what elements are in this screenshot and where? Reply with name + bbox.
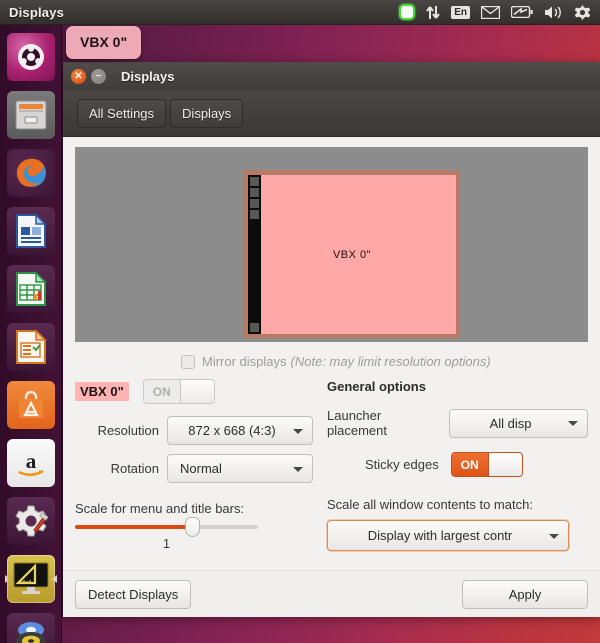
preview-launcher-icon: [250, 188, 259, 197]
monitor-arrangement-preview[interactable]: VBX 0": [75, 147, 588, 342]
sticky-edges-row: Sticky edges ON: [327, 452, 588, 477]
monitor-label: VBX 0": [332, 248, 372, 261]
all-settings-button[interactable]: All Settings: [77, 98, 167, 128]
display-power-toggle-label: ON: [143, 380, 180, 403]
slider-handle[interactable]: [185, 517, 200, 537]
vbox-guest-icon[interactable]: [399, 0, 416, 25]
rotation-label: Rotation: [110, 461, 159, 476]
scale-contents-value: Display with largest contr: [367, 528, 513, 543]
unity-launcher: a: [0, 25, 62, 643]
chevron-down-icon: [293, 428, 303, 434]
display-power-row: VBX 0" ON: [75, 379, 313, 404]
window-button-bar: Detect Displays Apply: [63, 570, 600, 617]
close-icon[interactable]: ✕: [71, 68, 86, 84]
volume-icon[interactable]: [544, 0, 563, 25]
rotation-row: Rotation Normal: [75, 454, 313, 483]
display-power-toggle[interactable]: ON: [142, 379, 215, 404]
monitor-preview-launcher: [248, 175, 261, 334]
display-settings-column: VBX 0" ON Resolution 872 x 668 (4:3) Rot…: [75, 379, 313, 570]
monitor-screen: VBX 0": [248, 175, 456, 334]
launcher-item-libreoffice-impress[interactable]: [5, 321, 57, 373]
resolution-select[interactable]: 872 x 668 (4:3): [167, 416, 313, 445]
battery-icon[interactable]: [511, 0, 533, 25]
keyboard-layout-label: En: [451, 5, 470, 19]
sticky-edges-toggle-label: ON: [451, 453, 488, 476]
launcher-placement-label: Launcher placement: [327, 408, 387, 438]
launcher-focused-pip: [51, 575, 57, 583]
launcher-item-dash[interactable]: [5, 31, 57, 83]
apply-button[interactable]: Apply: [462, 579, 588, 609]
launcher-item-files[interactable]: [5, 89, 57, 141]
messaging-icon[interactable]: [481, 0, 500, 25]
chevron-down-icon: [568, 421, 578, 426]
launcher-item-amazon[interactable]: a: [5, 437, 57, 489]
scale-contents-group: Scale all window contents to match: Disp…: [327, 493, 588, 551]
mirror-displays-checkbox[interactable]: [181, 354, 195, 369]
preview-launcher-icon: [250, 210, 259, 219]
mirror-displays-row[interactable]: Mirror displays (Note: may limit resolut…: [75, 342, 588, 379]
settings-area: VBX 0" ON Resolution 872 x 668 (4:3) Rot…: [75, 379, 588, 570]
svg-text:a: a: [25, 449, 36, 473]
window-title: Displays: [121, 68, 175, 84]
mirror-displays-label: Mirror displays: [202, 354, 287, 369]
window-body: VBX 0" Mirror displays (Note: may limit …: [63, 137, 600, 570]
sticky-edges-label: Sticky edges: [365, 457, 439, 472]
window-titlebar[interactable]: ✕ − Displays: [63, 62, 600, 90]
launcher-placement-value: All disp: [489, 415, 532, 431]
scale-slider-value: 1: [162, 536, 171, 551]
scale-slider-group: Scale for menu and title bars: 1: [75, 497, 313, 551]
network-icon[interactable]: [426, 0, 441, 25]
rotation-select[interactable]: Normal: [167, 454, 313, 483]
general-options-column: General options Launcher placement All d…: [313, 379, 588, 570]
gear-icon[interactable]: [574, 0, 591, 25]
window-toolbar: All Settings Displays: [63, 90, 600, 137]
chevron-down-icon: [293, 466, 303, 472]
preview-launcher-icon: [250, 177, 259, 186]
launcher-placement-row: Launcher placement All disp: [327, 408, 588, 438]
panel-indicators: En: [399, 0, 600, 25]
preview-launcher-icon: [250, 199, 259, 208]
launcher-item-software-center[interactable]: [5, 379, 57, 431]
resolution-label: Resolution: [97, 423, 159, 438]
top-panel: Displays En: [0, 0, 600, 25]
toggle-knob: [179, 380, 214, 403]
launcher-item-disc[interactable]: [5, 611, 57, 643]
launcher-item-libreoffice-calc[interactable]: [5, 263, 57, 315]
minimize-icon[interactable]: −: [91, 68, 106, 84]
rotation-value: Normal: [180, 461, 222, 476]
displays-button[interactable]: Displays: [170, 98, 244, 128]
detect-displays-button[interactable]: Detect Displays: [75, 579, 192, 609]
sticky-edges-toggle[interactable]: ON: [450, 452, 523, 477]
resolution-row: Resolution 872 x 668 (4:3): [75, 416, 313, 445]
scale-contents-label: Scale all window contents to match:: [327, 497, 533, 512]
selected-display-name: VBX 0": [75, 382, 129, 401]
preview-launcher-icon: [250, 323, 259, 332]
mirror-displays-note: (Note: may limit resolution options): [290, 354, 491, 369]
launcher-item-system-settings[interactable]: [5, 495, 57, 547]
monitor-tile[interactable]: VBX 0": [243, 170, 460, 338]
slider-fill: [75, 525, 193, 529]
scale-slider[interactable]: [75, 517, 258, 537]
scale-slider-label: Scale for menu and title bars:: [75, 501, 245, 516]
launcher-placement-select[interactable]: All disp: [449, 408, 588, 438]
launcher-item-libreoffice-writer[interactable]: [5, 205, 57, 257]
chevron-down-icon: [549, 533, 559, 539]
resolution-value: 872 x 668 (4:3): [188, 423, 276, 438]
toggle-knob: [487, 453, 522, 476]
displays-window: ✕ − Displays All Settings Displays VBX 0…: [62, 62, 600, 617]
panel-app-title[interactable]: Displays: [9, 5, 64, 20]
launcher-item-firefox[interactable]: [5, 147, 57, 199]
keyboard-layout-indicator[interactable]: En: [451, 0, 470, 25]
display-name-tooltip: VBX 0": [66, 26, 142, 59]
scale-contents-select[interactable]: Display with largest contr: [327, 520, 569, 551]
launcher-item-displays[interactable]: [4, 553, 57, 605]
general-options-title: General options: [327, 379, 426, 394]
